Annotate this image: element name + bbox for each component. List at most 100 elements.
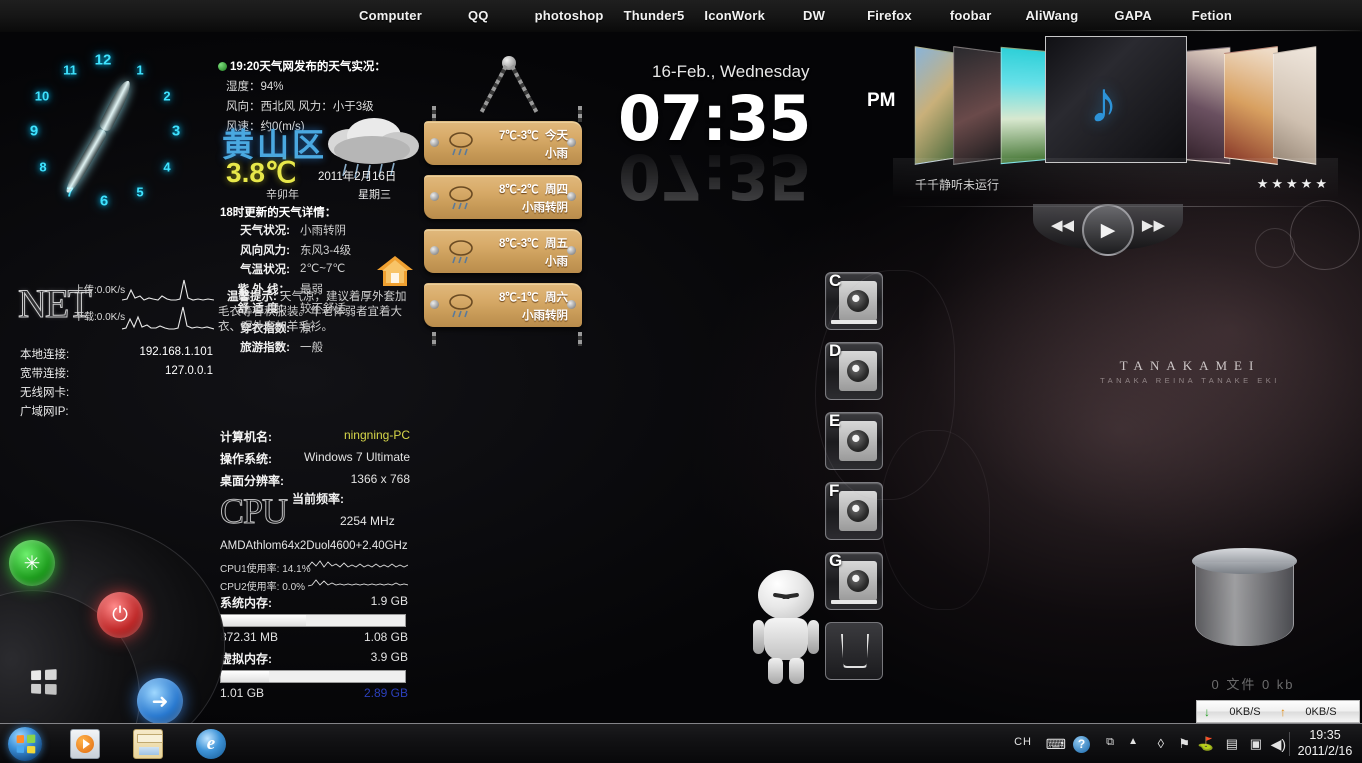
virtual-memory-used: 1.01 GB bbox=[220, 686, 265, 700]
cpu-model-text: AMDAthlom64x2Duol4600+2.40GHz bbox=[220, 540, 408, 552]
virtual-memory-free: 2.89 GB bbox=[363, 686, 408, 700]
next-track-button[interactable]: ▶▶ bbox=[1142, 216, 1165, 234]
taskbar-explorer-icon[interactable] bbox=[133, 729, 163, 759]
menu-item-qq[interactable]: QQ bbox=[454, 0, 503, 32]
album-cover-2[interactable] bbox=[953, 46, 1007, 165]
clock-hour-hand bbox=[97, 77, 135, 133]
recycle-bin-label: 0 文件 0 kb bbox=[1211, 677, 1295, 692]
music-note-icon: ♪ bbox=[1089, 70, 1118, 135]
download-arrow-icon: ↓ bbox=[1204, 704, 1210, 719]
analog-clock-widget: 12 1 2 3 4 5 6 7 8 9 10 11 bbox=[8, 42, 198, 217]
dock-refresh-button[interactable]: ✳ bbox=[9, 540, 55, 586]
ime-options-icon[interactable]: ⧉ bbox=[1106, 736, 1114, 749]
weather-detail-temp-value: 2℃~7℃ bbox=[300, 263, 346, 275]
forecast-thursday-temps: 8℃-2℃ 周四 bbox=[498, 184, 568, 196]
volume-icon[interactable]: ◀) bbox=[1271, 736, 1286, 753]
menu-item-photoshop[interactable]: photoshop bbox=[521, 0, 618, 32]
dock-start-button[interactable] bbox=[30, 669, 64, 704]
rain-icon-today bbox=[449, 132, 473, 156]
play-button[interactable]: ▶ bbox=[1082, 204, 1134, 256]
cpu-logo: CPU bbox=[219, 491, 288, 532]
robot-leg-left bbox=[768, 658, 783, 684]
sign-hole-right bbox=[567, 192, 576, 201]
digital-clock-widget: 16-Feb., Wednesday 07:35 PM 07:35 bbox=[612, 62, 902, 213]
recycle-bin-icon-small[interactable] bbox=[825, 622, 883, 680]
virtual-memory-header: 虚拟内存: 3.9 GB bbox=[220, 650, 408, 667]
forecast-saturday-cond: 小雨转阴 bbox=[522, 310, 568, 322]
menu-item-fetion[interactable]: Fetion bbox=[1178, 0, 1246, 32]
clock-number-10: 10 bbox=[34, 88, 50, 104]
upload-speed-value: 0KB/S bbox=[1305, 705, 1337, 718]
antivirus-icon[interactable]: ⛳ bbox=[1198, 736, 1214, 752]
drive-letter-e: E bbox=[829, 411, 841, 430]
drive-icon-g[interactable]: G bbox=[825, 551, 883, 610]
dock-logoff-button[interactable]: ➜ bbox=[137, 678, 183, 724]
menu-item-firefox[interactable]: Firefox bbox=[853, 0, 926, 32]
cpu2-usage-label: CPU2使用率: 0.0% bbox=[220, 582, 306, 593]
cpu2-usage-graph bbox=[308, 579, 408, 587]
swirl-decor-4 bbox=[880, 430, 990, 610]
clock-number-5: 5 bbox=[136, 184, 144, 200]
menu-item-aliwang[interactable]: AliWang bbox=[1011, 0, 1092, 32]
cpu-freq-label: 当前频率: bbox=[292, 492, 344, 506]
dock-power-button[interactable]: ⏻ bbox=[97, 592, 143, 638]
album-cover-1[interactable] bbox=[914, 46, 958, 165]
previous-track-button[interactable]: ◀◀ bbox=[1051, 216, 1074, 234]
clipboard-icon[interactable]: ▤ bbox=[1226, 736, 1238, 752]
start-button[interactable] bbox=[8, 727, 42, 761]
chain-bottom-left bbox=[432, 332, 436, 346]
recycle-bin-large[interactable] bbox=[1192, 548, 1297, 656]
show-hidden-icons-button[interactable]: ▲ bbox=[1128, 736, 1138, 747]
weather-tip: 温馨提示: 天气凉，建议着厚外套加毛衣等春秋服装。年老体弱者宜着大衣、呢外套加羊… bbox=[218, 290, 418, 335]
home-icon[interactable] bbox=[376, 253, 414, 289]
monitor-icon[interactable]: ▣ bbox=[1250, 736, 1262, 752]
keyboard-icon[interactable]: ⌨ bbox=[1046, 736, 1066, 753]
tray-ime-indicator[interactable]: CH bbox=[1014, 736, 1032, 748]
menu-item-dw[interactable]: DW bbox=[789, 0, 839, 32]
music-player-widget: ♪ 千千静听未运行 ★★★★★ ◀◀ ▶▶ ▶ bbox=[893, 28, 1338, 256]
network-speed-indicator[interactable]: ↓ 0KB/S ↑ 0KB/S bbox=[1196, 700, 1360, 723]
wallpaper-title: TANAKAMEI bbox=[1119, 358, 1261, 373]
robot-mascot bbox=[750, 570, 822, 690]
weather-detail-wind-value: 东风3-4级 bbox=[300, 244, 352, 257]
forecast-sign-thursday[interactable]: 8℃-2℃ 周四 小雨转阴 bbox=[424, 175, 582, 219]
weather-detail-wind-key: 风向风力: bbox=[240, 244, 290, 257]
menu-item-iconwork[interactable]: IconWork bbox=[690, 0, 779, 32]
water-drop-icon[interactable]: ◊ bbox=[1158, 736, 1164, 751]
drive-letter-f: F bbox=[829, 481, 840, 500]
flag-icon[interactable]: ⚑ bbox=[1178, 736, 1190, 752]
tray-divider bbox=[1289, 732, 1290, 756]
album-cover-6[interactable] bbox=[1224, 46, 1278, 165]
digital-clock-date: 16-Feb., Wednesday bbox=[652, 62, 810, 81]
taskbar-windows-media-player-icon[interactable] bbox=[70, 729, 100, 759]
drive-letter-d: D bbox=[829, 341, 842, 360]
taskbar: e CH ⌨ ? ⧉ ▲ ◊ ⚑ ⛳ ▤ ▣ ◀) 19:35 2011/2/1… bbox=[0, 723, 1362, 763]
menu-item-thunder5[interactable]: Thunder5 bbox=[610, 0, 699, 32]
virtual-memory-label: 虚拟内存: bbox=[220, 652, 272, 666]
weather-detail-temp-key: 气温状况: bbox=[240, 264, 290, 276]
help-icon[interactable]: ? bbox=[1073, 736, 1090, 753]
sign-hole-right bbox=[567, 138, 576, 147]
sysinfo-resolution-value: 1366 x 768 bbox=[350, 472, 410, 486]
taskbar-clock-time[interactable]: 19:35 bbox=[1294, 728, 1356, 742]
weather-detail-title: 18时更新的天气详情： bbox=[220, 207, 337, 219]
cpu1-usage-graph bbox=[308, 560, 408, 568]
album-cover-7[interactable] bbox=[1273, 46, 1317, 165]
menu-item-computer[interactable]: Computer bbox=[345, 0, 436, 32]
forecast-sign-today[interactable]: 7℃-3℃ 今天 小雨 bbox=[424, 121, 582, 165]
system-memory-label: 系统内存: bbox=[220, 596, 272, 610]
weather-detail-condition-value: 小雨转阴 bbox=[300, 225, 346, 237]
forecast-sign-saturday[interactable]: 8℃-1℃ 周六 小雨转阴 bbox=[424, 283, 582, 327]
desktop: Computer QQ photoshop Thunder5 IconWork … bbox=[0, 0, 1362, 763]
menu-item-gapa[interactable]: GAPA bbox=[1100, 0, 1165, 32]
rain-icon-friday bbox=[449, 240, 473, 264]
cpu-freq-value: 2254 MHz bbox=[340, 514, 395, 528]
rating-stars[interactable]: ★★★★★ bbox=[1257, 176, 1330, 192]
menu-item-foobar[interactable]: foobar bbox=[936, 0, 1006, 32]
taskbar-clock-date[interactable]: 2011/2/16 bbox=[1294, 744, 1356, 758]
forecast-sign-friday[interactable]: 8℃-3℃ 周五 小雨 bbox=[424, 229, 582, 273]
taskbar-internet-explorer-icon[interactable]: e bbox=[196, 729, 226, 759]
sysinfo-resolution-key: 桌面分辨率: bbox=[220, 474, 284, 488]
top-menu-underline bbox=[1080, 30, 1360, 31]
net-row-broadband-key: 宽带连接: bbox=[20, 368, 70, 380]
